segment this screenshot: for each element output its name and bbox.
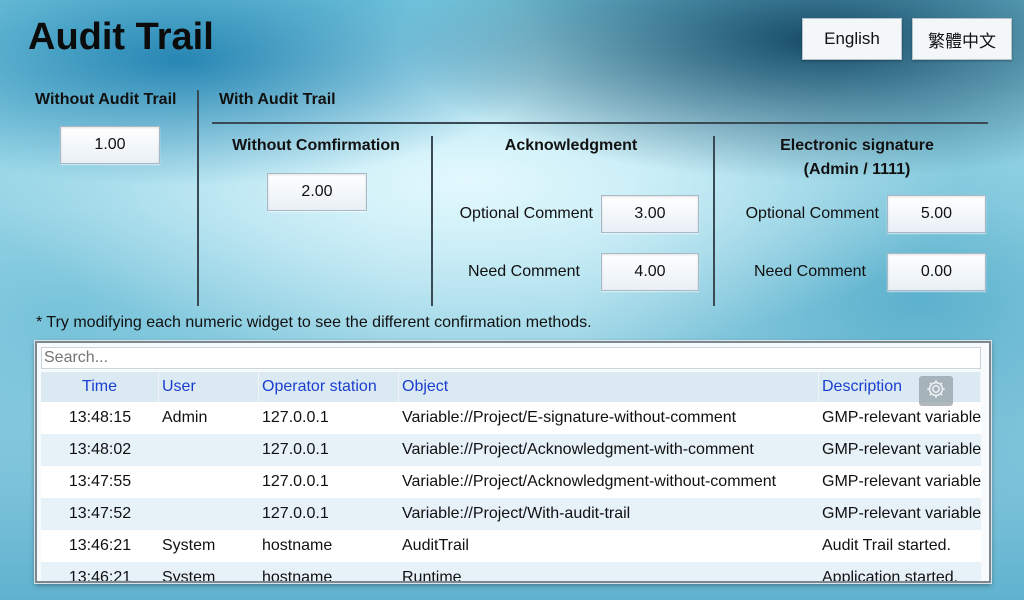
cell-description: Audit Trail started.: [822, 537, 951, 554]
cell-user: [159, 466, 259, 498]
cell-station: 127.0.0.1: [262, 441, 329, 458]
cell-time: 13:47:52: [68, 505, 132, 522]
electronic-signature-label: Electronic signature: [780, 137, 934, 154]
ack-need-comment-input[interactable]: 4.00: [601, 253, 699, 291]
cell-description: GMP-relevant variable: [822, 505, 981, 522]
column-header-object[interactable]: Object: [399, 372, 819, 402]
esig-need-comment-label: Need Comment: [753, 263, 866, 280]
cell-user: System: [162, 537, 216, 554]
table-row[interactable]: 13:46:21 System hostname Runtime Applica…: [41, 562, 981, 583]
table-row[interactable]: 13:48:15 Admin 127.0.0.1 Variable://Proj…: [41, 402, 981, 434]
column-header-description[interactable]: Description: [819, 372, 981, 402]
without-audit-trail-input[interactable]: 1.00: [60, 126, 160, 164]
cell-object: Variable://Project/With-audit-trail: [402, 505, 631, 522]
cell-time: 13:48:15: [68, 409, 132, 426]
with-audit-trail-label: With Audit Trail: [219, 91, 336, 108]
english-language-button[interactable]: English: [802, 18, 902, 60]
page-title: Audit Trail: [28, 16, 214, 58]
cell-user: System: [162, 569, 216, 583]
divider: [713, 136, 715, 306]
table-row[interactable]: 13:47:55 127.0.0.1 Variable://Project/Ac…: [41, 466, 981, 498]
acknowledgment-label: Acknowledgment: [504, 137, 638, 154]
without-confirmation-input[interactable]: 2.00: [267, 173, 367, 211]
esig-optional-comment-label: Optional Comment: [745, 205, 879, 222]
table-settings-button[interactable]: [919, 376, 953, 406]
cell-object: Variable://Project/Acknowledgment-with-c…: [402, 441, 754, 458]
cell-description: Application started.: [822, 569, 959, 583]
without-audit-trail-label: Without Audit Trail: [35, 91, 177, 108]
cell-time: 13:48:02: [68, 441, 132, 458]
table-row[interactable]: 13:46:21 System hostname AuditTrail Audi…: [41, 530, 981, 562]
cell-station: 127.0.0.1: [262, 409, 329, 426]
cell-description: GMP-relevant variable: [822, 441, 981, 458]
divider: [197, 90, 199, 306]
cell-description: GMP-relevant variable: [822, 409, 981, 426]
column-header-time[interactable]: Time: [41, 372, 159, 402]
cell-station: hostname: [262, 569, 333, 583]
hint-note: * Try modifying each numeric widget to s…: [36, 314, 592, 331]
cell-object: Runtime: [402, 569, 462, 583]
cell-station: 127.0.0.1: [262, 505, 329, 522]
cell-object: Variable://Project/E-signature-without-c…: [402, 409, 737, 426]
cell-object: Variable://Project/Acknowledgment-withou…: [402, 473, 777, 490]
cell-description: GMP-relevant variable: [822, 473, 981, 490]
table-body: 13:48:15 Admin 127.0.0.1 Variable://Proj…: [41, 402, 981, 583]
cell-station: hostname: [262, 537, 333, 554]
electronic-signature-credentials: (Admin / 1111): [803, 161, 911, 178]
ack-need-comment-label: Need Comment: [467, 263, 580, 280]
esig-optional-comment-input[interactable]: 5.00: [887, 195, 986, 233]
cell-user: Admin: [162, 409, 208, 426]
audit-trail-table: Time User Operator station Object Descri…: [35, 341, 991, 583]
esig-need-comment-input[interactable]: 0.00: [887, 253, 986, 291]
table-header: Time User Operator station Object Descri…: [41, 372, 981, 402]
cell-time: 13:46:21: [68, 537, 132, 554]
table-row[interactable]: 13:47:52 127.0.0.1 Variable://Project/Wi…: [41, 498, 981, 530]
ack-optional-comment-label: Optional Comment: [459, 205, 593, 222]
cell-user: [159, 434, 259, 466]
cell-station: 127.0.0.1: [262, 473, 329, 490]
cell-object: AuditTrail: [402, 537, 469, 554]
search-input[interactable]: [41, 347, 981, 369]
cell-time: 13:47:55: [68, 473, 132, 490]
ack-optional-comment-input[interactable]: 3.00: [601, 195, 699, 233]
table-row[interactable]: 13:48:02 127.0.0.1 Variable://Project/Ac…: [41, 434, 981, 466]
cell-time: 13:46:21: [68, 569, 132, 583]
divider: [212, 122, 988, 124]
divider: [431, 136, 433, 306]
cell-user: [159, 498, 259, 530]
chinese-language-button[interactable]: 繁體中文: [912, 18, 1012, 60]
gear-icon: [925, 378, 947, 405]
column-header-operator-station[interactable]: Operator station: [259, 372, 399, 402]
column-header-user[interactable]: User: [159, 372, 259, 402]
without-confirmation-label: Without Comfirmation: [232, 137, 400, 154]
